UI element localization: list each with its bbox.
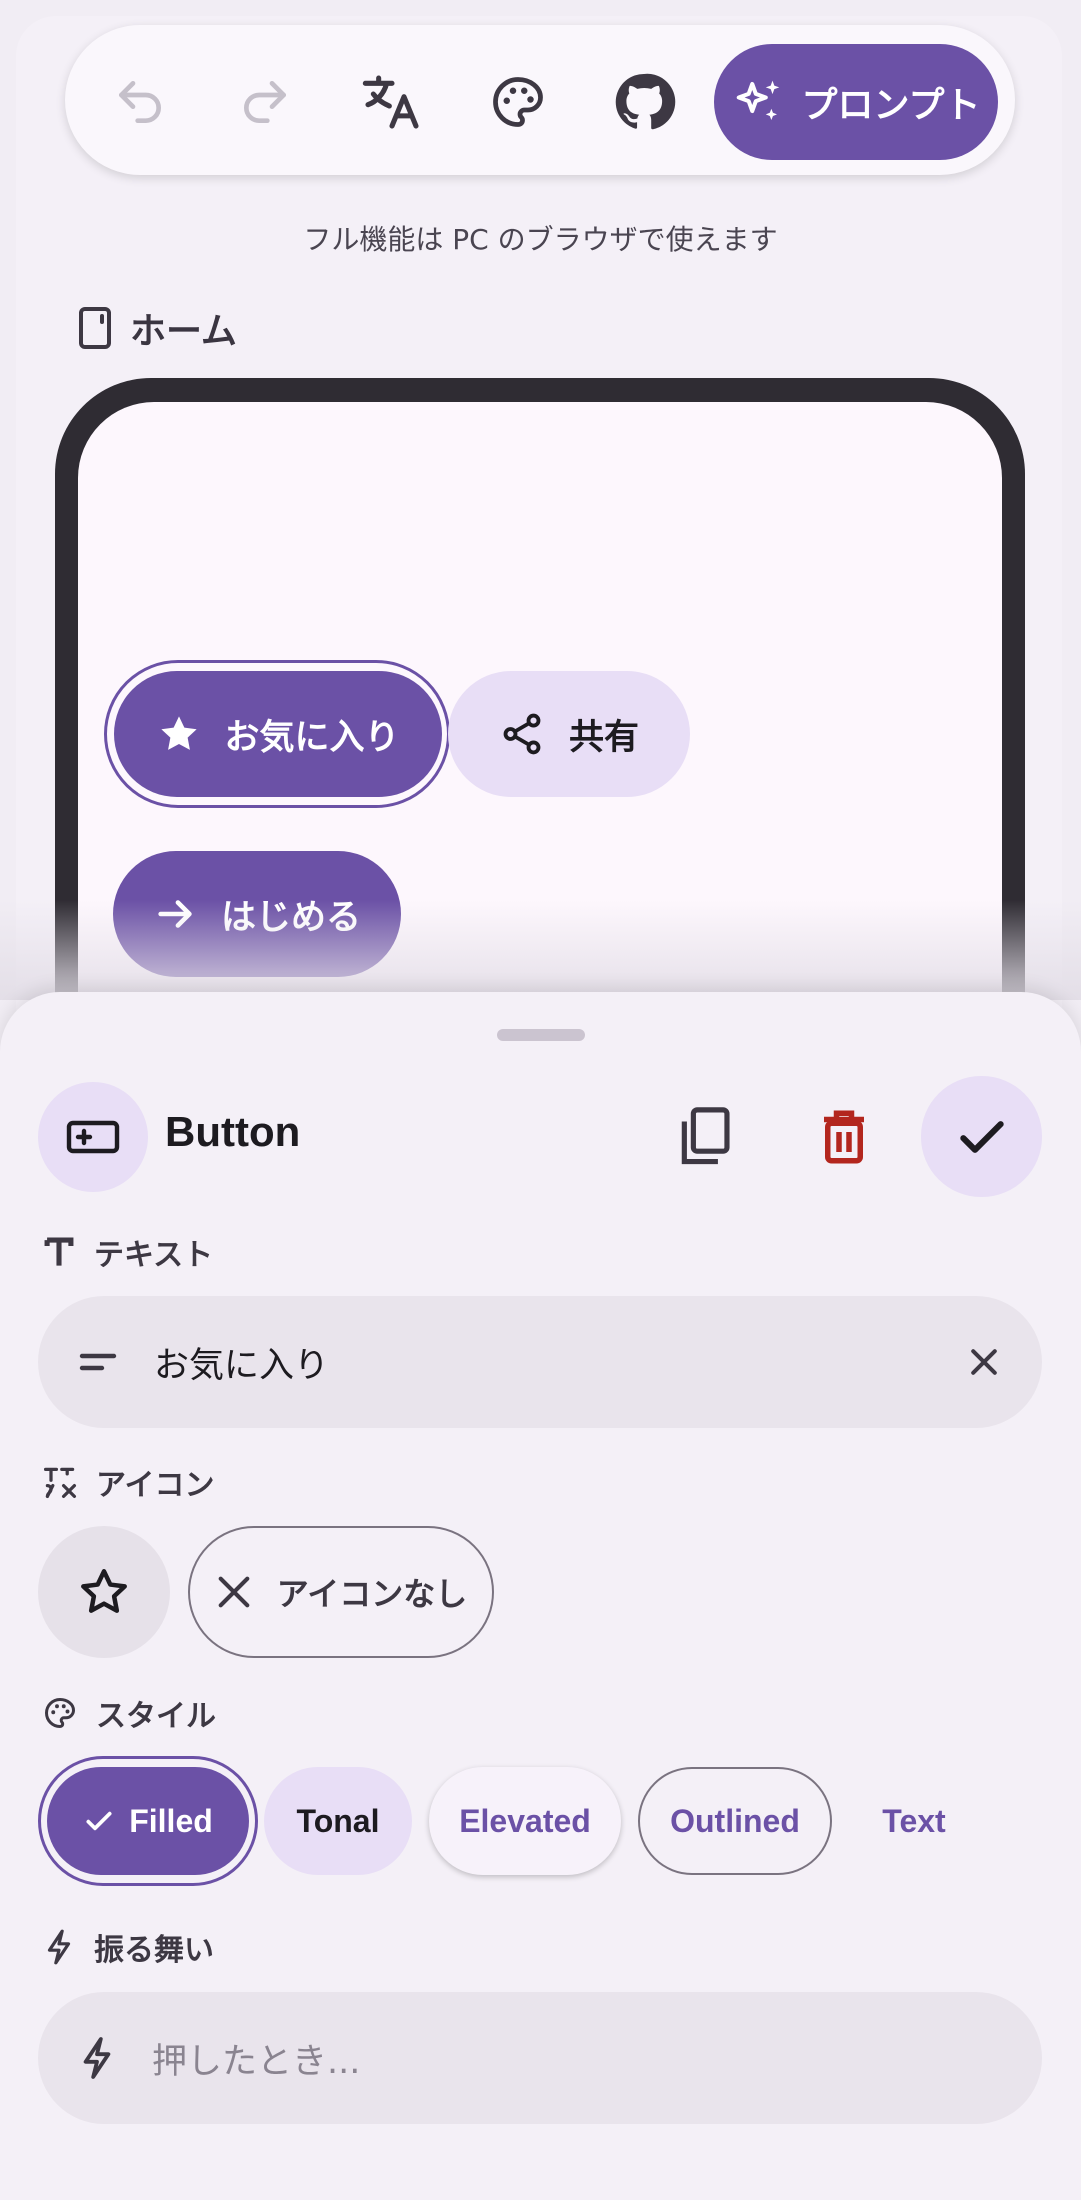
behavior-field-placeholder: 押したとき...	[152, 2041, 361, 2082]
text-field[interactable]: お気に入り	[38, 1296, 1042, 1428]
check-icon	[959, 1120, 1004, 1153]
palette-icon	[45, 1697, 76, 1729]
close-icon	[218, 1576, 250, 1608]
copy-button[interactable]	[665, 1092, 745, 1182]
behavior-section-label: 振る舞い	[94, 1933, 214, 1968]
preview-share-button[interactable]: 共有	[448, 671, 690, 797]
sheet-shadow	[0, 900, 1081, 1000]
style-section-header: スタイル	[42, 1691, 216, 1735]
clear-icon[interactable]	[966, 1344, 1002, 1380]
style-chip-elevated[interactable]: Elevated	[429, 1767, 621, 1875]
no-icon-label: アイコンなし	[276, 1575, 468, 1613]
icon-section-header: アイコン	[42, 1460, 215, 1504]
palette-icon[interactable]	[478, 62, 558, 142]
behavior-field[interactable]: 押したとき...	[38, 1992, 1042, 2124]
style-chip-elevated-label: Elevated	[459, 1802, 591, 1839]
style-chip-text[interactable]: Text	[852, 1767, 976, 1875]
icon-section-label: アイコン	[96, 1468, 215, 1503]
behavior-section-header: 振る舞い	[42, 1925, 214, 1969]
preview-share-label: 共有	[568, 717, 639, 758]
page-selector[interactable]: ホーム	[78, 302, 237, 354]
delete-button[interactable]	[804, 1092, 884, 1182]
pc-notice-text: フル機能は PC のブラウザで使えます	[303, 223, 778, 256]
text-section-header: テキスト	[42, 1230, 213, 1274]
text-section-label: テキスト	[94, 1238, 214, 1273]
star-icon	[161, 716, 198, 750]
component-title: Button	[165, 1108, 301, 1155]
bolt-icon	[83, 2037, 111, 2079]
bolt-icon	[47, 1929, 71, 1965]
page-label: ホーム	[130, 311, 237, 352]
style-chip-tonal-label: Tonal	[296, 1802, 380, 1839]
copy-icon	[681, 1107, 730, 1165]
style-chip-tonal[interactable]: Tonal	[264, 1767, 412, 1875]
check-icon	[86, 1811, 112, 1831]
no-icon-button[interactable]: アイコンなし	[188, 1526, 494, 1658]
confirm-button[interactable]	[921, 1076, 1042, 1197]
emoji-symbols-icon	[43, 1467, 77, 1499]
github-icon[interactable]	[604, 62, 684, 142]
style-chip-filled-label: Filled	[129, 1802, 213, 1839]
style-section-label: スタイル	[96, 1699, 216, 1734]
style-chip-filled[interactable]: Filled	[47, 1767, 249, 1875]
style-chip-outlined-label: Outlined	[670, 1802, 800, 1839]
prompt-label: プロンプト	[801, 85, 981, 126]
drag-handle[interactable]	[497, 1029, 585, 1041]
button-component-icon	[38, 1082, 148, 1192]
phone-icon	[79, 307, 111, 349]
preview-favorite-label: お気に入り	[224, 717, 400, 758]
undo-icon[interactable]	[100, 62, 180, 142]
sparkle-icon	[736, 80, 779, 120]
style-chip-text-label: Text	[882, 1802, 946, 1839]
translate-icon[interactable]	[352, 62, 432, 142]
redo-icon[interactable]	[225, 62, 305, 142]
style-chip-outlined[interactable]: Outlined	[638, 1767, 832, 1875]
share-icon	[503, 713, 541, 755]
selected-icon-button[interactable]	[38, 1526, 170, 1658]
text-icon	[44, 1237, 74, 1266]
short-text-icon	[79, 1353, 117, 1371]
star-outline-icon	[81, 1569, 127, 1613]
trash-icon	[824, 1110, 864, 1164]
text-field-value: お気に入り	[154, 1345, 330, 1386]
prompt-button[interactable]: プロンプト	[714, 44, 998, 160]
preview-favorite-button[interactable]: お気に入り	[114, 671, 442, 797]
